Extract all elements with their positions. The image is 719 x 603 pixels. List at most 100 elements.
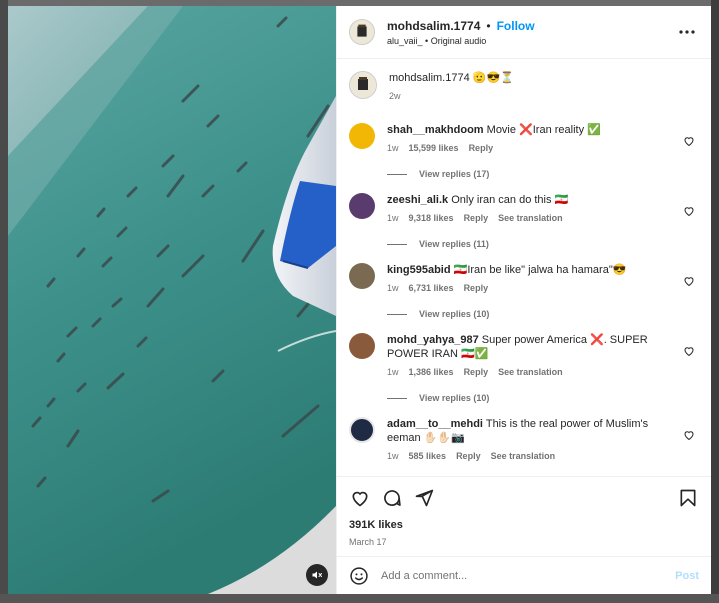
comment-avatar[interactable] [349, 417, 375, 443]
author-username[interactable]: mohdsalim.1774 [387, 19, 480, 33]
comment-meta: 1w 6,731 likes Reply [387, 283, 671, 293]
like-comment-heart-icon[interactable] [683, 205, 695, 217]
reply-button[interactable]: Reply [469, 143, 494, 153]
reply-button[interactable]: Reply [456, 451, 481, 461]
comment-input[interactable] [381, 569, 676, 582]
view-replies-button[interactable]: View replies (11) [387, 239, 671, 249]
follow-button[interactable]: Follow [497, 19, 535, 33]
like-button[interactable] [349, 487, 371, 509]
heart-icon [352, 491, 368, 507]
caption-age: 2w [389, 91, 401, 101]
comment-button[interactable] [381, 487, 403, 509]
comment-age: 1w [387, 213, 399, 223]
comment-item: adam__to__mehdi This is the real power o… [349, 417, 699, 461]
comment-composer: Post [337, 556, 711, 594]
view-replies-button[interactable]: View replies (10) [387, 393, 671, 403]
comment-username[interactable]: mohd_yahya_987 [387, 334, 479, 346]
avatar-image-icon [350, 20, 374, 44]
caption-body: mohdsalim.1774 🫡😎⏳ 2w [389, 71, 699, 101]
header-separator: • [486, 18, 491, 33]
post-modal: mohdsalim.1774 • Follow alu_vaii_ • Orig… [8, 6, 711, 594]
speaker-muted-icon [312, 571, 322, 579]
reply-button[interactable]: Reply [464, 213, 489, 223]
audio-line: alu_vaii_ • Original audio [387, 36, 675, 46]
header-line1: mohdsalim.1774 • Follow [387, 19, 675, 33]
backdrop-right [711, 0, 719, 603]
comment-body: king595abid 🇮🇷Iran be like" jalwa ha ham… [387, 263, 699, 319]
post-panel: mohdsalim.1774 • Follow alu_vaii_ • Orig… [336, 6, 711, 594]
comment-item: shah__makhdoom Movie ❌Iran reality ✅ 1w … [349, 123, 699, 179]
likes-count[interactable]: 391K likes [349, 519, 699, 531]
comment-text: mohd_yahya_987 Super power America ❌. SU… [387, 333, 671, 361]
comment-likes[interactable]: 585 likes [409, 451, 447, 461]
comment-username[interactable]: adam__to__mehdi [387, 418, 483, 430]
view-replies-button[interactable]: View replies (10) [387, 309, 671, 319]
post-actions: 391K likes March 17 [337, 476, 711, 556]
comment-age: 1w [387, 143, 399, 153]
view-replies-label: View replies (11) [419, 239, 489, 249]
avatar-image-icon [350, 72, 376, 98]
comments-list[interactable]: mohdsalim.1774 🫡😎⏳ 2w shah__makhdoom Mov… [337, 59, 711, 476]
author-avatar[interactable] [349, 19, 375, 45]
bookmark-icon [680, 489, 696, 507]
comment-content: Only iran can do this 🇮🇷 [451, 194, 569, 206]
comment-item: zeeshi_ali.k Only iran can do this 🇮🇷 1w… [349, 193, 699, 249]
comment-avatar[interactable] [349, 333, 375, 359]
more-dots-icon [679, 30, 695, 34]
comment-meta: 1w 585 likes Reply See translation [387, 451, 671, 461]
video-media[interactable] [8, 6, 336, 594]
reply-button[interactable]: Reply [464, 283, 489, 293]
reply-button[interactable]: Reply [464, 367, 489, 377]
view-replies-label: View replies (10) [419, 393, 490, 403]
comment-text: king595abid 🇮🇷Iran be like" jalwa ha ham… [387, 263, 671, 277]
comment-likes[interactable]: 1,386 likes [409, 367, 454, 377]
see-translation-button[interactable]: See translation [498, 213, 563, 223]
mute-button[interactable] [306, 564, 328, 586]
comment-username[interactable]: zeeshi_ali.k [387, 194, 448, 206]
caption-meta: 2w [389, 91, 671, 101]
comment-meta: 1w 9,318 likes Reply See translation [387, 213, 671, 223]
audio-user[interactable]: alu_vaii_ [387, 36, 423, 46]
like-comment-heart-icon[interactable] [683, 135, 695, 147]
backdrop-left [0, 0, 8, 603]
replies-line [387, 397, 407, 399]
audio-label[interactable]: Original audio [431, 36, 487, 46]
emoji-smiley-icon[interactable] [349, 566, 369, 586]
video-frame [8, 6, 336, 594]
replies-line [387, 173, 407, 175]
comment-likes[interactable]: 6,731 likes [409, 283, 454, 293]
comment-item: king595abid 🇮🇷Iran be like" jalwa ha ham… [349, 263, 699, 319]
comment-username[interactable]: king595abid [387, 264, 451, 276]
post-date: March 17 [349, 537, 387, 547]
comment-meta: 1w 15,599 likes Reply [387, 143, 671, 153]
replies-line [387, 243, 407, 245]
comment-username[interactable]: shah__makhdoom [387, 124, 484, 136]
backdrop-bottom [0, 594, 719, 603]
more-options-button[interactable] [675, 20, 699, 44]
comment-likes[interactable]: 15,599 likes [409, 143, 459, 153]
comment-age: 1w [387, 451, 399, 461]
comment-bubble-icon [384, 490, 401, 506]
see-translation-button[interactable]: See translation [498, 367, 563, 377]
paper-plane-icon [415, 489, 434, 507]
comment-content: Movie ❌Iran reality ✅ [486, 124, 601, 136]
like-comment-heart-icon[interactable] [683, 275, 695, 287]
share-button[interactable] [413, 487, 435, 509]
post-comment-button[interactable]: Post [675, 570, 699, 582]
comment-text: zeeshi_ali.k Only iran can do this 🇮🇷 [387, 193, 671, 207]
view-replies-button[interactable]: View replies (17) [387, 169, 671, 179]
like-comment-heart-icon[interactable] [683, 429, 695, 441]
see-translation-button[interactable]: See translation [491, 451, 556, 461]
save-button[interactable] [677, 487, 699, 509]
audio-separator: • [425, 35, 429, 46]
caption: mohdsalim.1774 🫡😎⏳ 2w [349, 71, 699, 101]
comment-avatar[interactable] [349, 123, 375, 149]
caption-avatar[interactable] [349, 71, 377, 99]
comment-likes[interactable]: 9,318 likes [409, 213, 454, 223]
comment-age: 1w [387, 283, 399, 293]
comment-avatar[interactable] [349, 263, 375, 289]
comment-age: 1w [387, 367, 399, 377]
view-replies-label: View replies (17) [419, 169, 490, 179]
like-comment-heart-icon[interactable] [683, 345, 695, 357]
comment-avatar[interactable] [349, 193, 375, 219]
